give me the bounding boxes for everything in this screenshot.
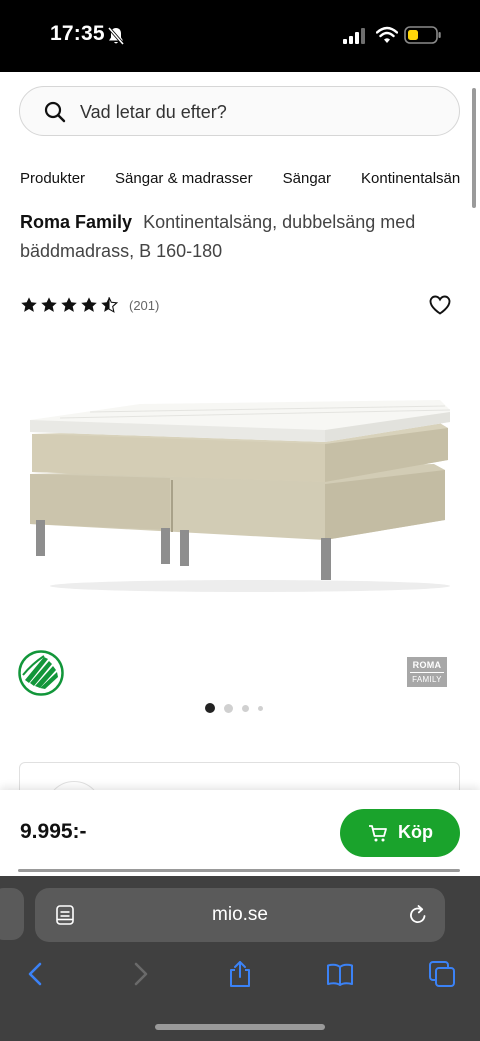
- star-full-icon: [21, 297, 37, 312]
- review-count: (201): [129, 297, 160, 313]
- breadcrumb: Produkter Sängar & madrasser Sängar Kont…: [20, 166, 460, 190]
- bell-slash-icon: [107, 26, 125, 46]
- search-input[interactable]: [80, 99, 440, 125]
- cellular-signal-icon: [343, 28, 365, 44]
- bookmarks-icon[interactable]: [326, 960, 354, 988]
- star-half-icon: [101, 297, 118, 313]
- breadcrumb-item-kontinentalsangar[interactable]: Kontinentalsängar: [361, 170, 460, 187]
- wifi-icon: [376, 26, 398, 43]
- product-title: Roma Family Kontinentalsäng, dubbelsäng …: [20, 208, 440, 266]
- browser-toolbar: mio.se: [0, 876, 480, 1041]
- image-carousel-dots[interactable]: [205, 702, 272, 714]
- status-bar: 17:35: [0, 0, 480, 72]
- battery-icon: [404, 26, 441, 44]
- star-full-icon: [81, 297, 97, 312]
- brand-logo-line2: FAMILY: [410, 672, 444, 686]
- breadcrumb-item-sangar-madrasser[interactable]: Sängar & madrasser: [115, 170, 253, 187]
- breadcrumb-item-produkter[interactable]: Produkter: [20, 170, 85, 187]
- divider: [18, 869, 460, 872]
- share-icon[interactable]: [226, 960, 254, 988]
- previous-tab-preview[interactable]: [0, 888, 24, 940]
- product-image-bed[interactable]: [20, 360, 460, 600]
- tabs-icon[interactable]: [428, 960, 456, 988]
- product-rating[interactable]: (201): [20, 294, 159, 316]
- page-scrollbar[interactable]: [472, 88, 476, 208]
- cart-icon: [369, 825, 387, 842]
- status-time: 17:35: [50, 22, 105, 45]
- breadcrumb-item-sangar[interactable]: Sängar: [283, 170, 331, 187]
- sticky-price-bar: 9.995:- Köp: [0, 790, 480, 876]
- star-full-icon: [41, 297, 57, 312]
- star-full-icon: [61, 297, 77, 312]
- search-icon: [44, 101, 66, 123]
- back-icon[interactable]: [22, 960, 50, 988]
- carousel-dot[interactable]: [224, 703, 233, 713]
- buy-button-label: Köp: [398, 822, 433, 842]
- search-bar[interactable]: [19, 86, 460, 136]
- reload-icon[interactable]: [407, 904, 429, 926]
- product-price: 9.995:-: [20, 820, 87, 843]
- forward-icon[interactable]: [126, 960, 154, 988]
- nordic-swan-ecolabel-icon: [18, 650, 64, 696]
- home-indicator: [155, 1024, 325, 1030]
- address-bar[interactable]: mio.se: [35, 888, 445, 942]
- carousel-dot[interactable]: [258, 705, 263, 711]
- product-brand[interactable]: Roma Family: [20, 212, 132, 232]
- heart-icon[interactable]: [428, 293, 452, 317]
- buy-button[interactable]: Köp: [340, 809, 460, 857]
- brand-logo-line1: ROMA: [412, 660, 442, 670]
- roma-family-logo: ROMA FAMILY: [407, 657, 447, 687]
- url-text: mio.se: [212, 904, 268, 925]
- carousel-dot[interactable]: [242, 704, 249, 712]
- carousel-dot[interactable]: [205, 703, 215, 713]
